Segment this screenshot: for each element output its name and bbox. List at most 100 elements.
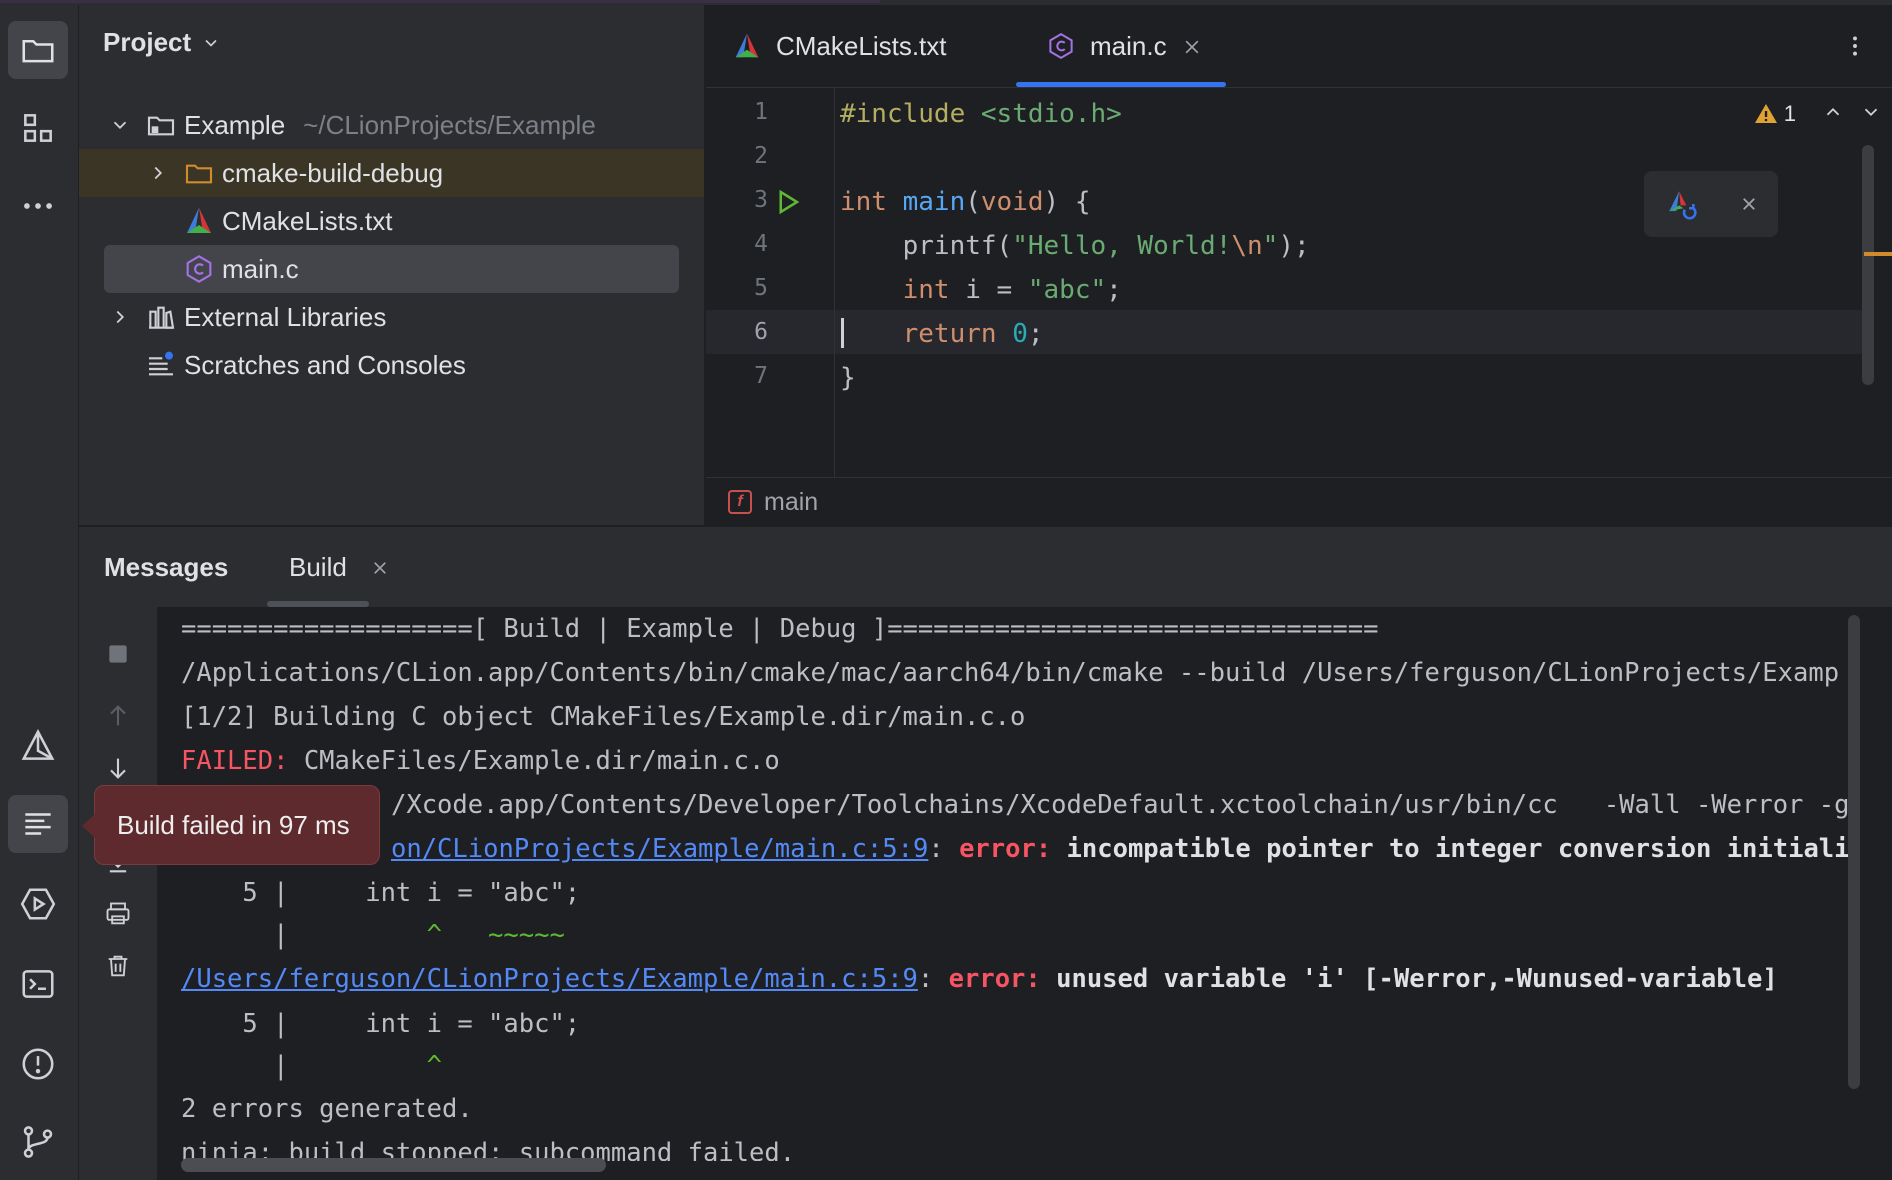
folder-icon (185, 164, 213, 184)
tree-item-label: External Libraries (184, 301, 387, 332)
more-vertical-icon[interactable] (1842, 33, 1868, 59)
cmake-icon (735, 33, 759, 58)
problems-icon (22, 1048, 54, 1080)
inspection-widget[interactable]: 1 (1754, 101, 1796, 127)
console-line: 5 | int i = "abc"; (181, 878, 581, 908)
problems-tool-button[interactable] (8, 1035, 68, 1093)
code-line-3[interactable]: int main(void) { (840, 180, 1091, 224)
code-line-6[interactable]: return 0; (840, 312, 1044, 356)
services-tool-button[interactable] (8, 875, 68, 933)
cmake-reload-popup (1644, 171, 1778, 237)
console-line: 2 errors generated. (181, 1094, 473, 1124)
editor-area: CMakeLists.txt main.c 1 2 3 4 5 6 7 #inc… (706, 5, 1892, 525)
console-horizontal-scrollbar[interactable] (181, 1158, 606, 1172)
console-line: [1/2] Building C object CMakeFiles/Examp… (181, 702, 1026, 732)
warning-icon (1754, 104, 1777, 123)
cmake-tool-button[interactable] (8, 717, 68, 775)
build-status-tooltip: Build failed in 97 ms (82, 785, 380, 865)
console-line: ===================[ Build | Example | D… (181, 614, 1379, 644)
tree-item-external-libraries[interactable]: External Libraries (79, 293, 704, 341)
messages-tool-button[interactable] (8, 795, 68, 853)
code-line-1[interactable]: #include <stdio.h> (840, 92, 1122, 136)
tree-item-label: Example (184, 109, 286, 140)
line-number: 5 (754, 275, 768, 301)
warning-stripe-marker[interactable] (1864, 252, 1892, 256)
c-file-icon (1049, 32, 1073, 60)
chevron-down-icon[interactable] (109, 114, 131, 136)
console-line: 5 | int i = "abc"; (181, 1009, 581, 1039)
close-icon[interactable] (371, 559, 389, 577)
chevron-up-icon[interactable] (1822, 101, 1844, 123)
line-number: 3 (754, 187, 768, 213)
tree-item-label: Scratches and Consoles (184, 349, 466, 380)
breadcrumb[interactable]: f main (706, 477, 1892, 526)
c-file-icon (186, 255, 212, 283)
console-line: | ^ ~~~~~ (181, 920, 565, 950)
line-number: 7 (754, 363, 768, 389)
tree-item-scratches[interactable]: Scratches and Consoles (79, 341, 704, 389)
chevron-down-icon[interactable] (1860, 101, 1882, 123)
tree-item-main-c[interactable]: main.c (104, 245, 679, 293)
tree-item-label: CMakeLists.txt (222, 205, 393, 236)
more-tools-button[interactable] (8, 177, 68, 235)
code-line-7[interactable]: } (840, 356, 856, 400)
terminal-tool-button[interactable] (8, 955, 68, 1013)
terminal-icon (22, 970, 54, 998)
tree-item-cmake-build-debug[interactable]: cmake-build-debug (79, 149, 704, 197)
tool-window-bar (0, 5, 79, 1180)
line-number: 4 (754, 231, 768, 257)
structure-icon (24, 114, 52, 142)
tab-label: CMakeLists.txt (776, 30, 947, 61)
close-icon[interactable] (1182, 37, 1202, 57)
run-gutter-icon[interactable] (772, 187, 802, 217)
warning-count: 1 (1783, 101, 1796, 126)
error-link[interactable]: /Users/ferguson/CLionProjects/Example/ma… (181, 964, 918, 994)
chevron-down-icon (205, 39, 217, 47)
messages-lines-icon (25, 813, 51, 835)
git-tool-button[interactable] (8, 1113, 68, 1171)
tool-window-tabs: Messages Build (79, 527, 1892, 607)
console-vertical-scrollbar[interactable] (1848, 615, 1860, 1089)
git-branch-icon (23, 1126, 53, 1158)
chevron-right-icon[interactable] (147, 162, 169, 184)
structure-tool-button[interactable] (8, 99, 68, 157)
inspection-navigation (1822, 101, 1882, 123)
editor-gutter: 1 2 3 4 5 6 7 (706, 87, 835, 477)
chevron-right-icon[interactable] (109, 306, 131, 328)
close-icon[interactable] (1740, 195, 1758, 213)
cmake-triangle-icon (21, 729, 55, 760)
line-number: 2 (754, 143, 768, 169)
tab-label: main.c (1090, 30, 1167, 61)
tab-messages[interactable]: Messages (104, 527, 228, 607)
code-line-5[interactable]: int i = "abc"; (840, 268, 1122, 312)
tree-item-label: main.c (222, 253, 299, 284)
project-panel: Project Example ~/CLionProjects/Example c… (79, 5, 704, 525)
project-panel-title[interactable]: Project (103, 27, 221, 58)
text-caret (841, 318, 844, 348)
folder-icon (22, 40, 54, 63)
console-line: | ^ (181, 1051, 442, 1081)
code-line-4[interactable]: printf("Hello, World!\n"); (840, 224, 1310, 268)
console-content: ===================[ Build | Example | D… (78, 607, 1868, 1180)
tree-item-label: cmake-build-debug (222, 157, 444, 188)
console-line: /Xcode.app/Contents/Developer/Toolchains… (391, 790, 1850, 820)
console-line: FAILED: CMakeFiles/Example.dir/main.c.o (181, 746, 780, 776)
cmake-reload-icon[interactable] (1665, 187, 1699, 221)
console-line: on/CLionProjects/Example/main.c:5:9: err… (391, 834, 1850, 864)
services-play-icon (20, 888, 56, 920)
tab-cmakelists[interactable]: CMakeLists.txt (732, 5, 947, 87)
more-horizontal-icon (24, 203, 52, 209)
tree-item-cmakelists[interactable]: CMakeLists.txt (79, 197, 704, 245)
library-icon (149, 306, 175, 329)
tree-item-example[interactable]: Example ~/CLionProjects/Example (79, 101, 704, 149)
project-tool-button[interactable] (8, 21, 68, 79)
function-icon: f (728, 490, 752, 514)
scratches-icon (149, 351, 173, 376)
console-line: /Users/ferguson/CLionProjects/Example/ma… (181, 964, 1778, 994)
folder-icon (147, 116, 175, 136)
editor-scrollbar[interactable] (1862, 145, 1874, 385)
tab-build[interactable]: Build (267, 527, 369, 607)
error-link[interactable]: on/CLionProjects/Example/main.c:5:9 (391, 834, 928, 864)
project-path: ~/CLionProjects/Example (303, 109, 596, 140)
editor-tab-bar: CMakeLists.txt main.c (706, 5, 1892, 88)
